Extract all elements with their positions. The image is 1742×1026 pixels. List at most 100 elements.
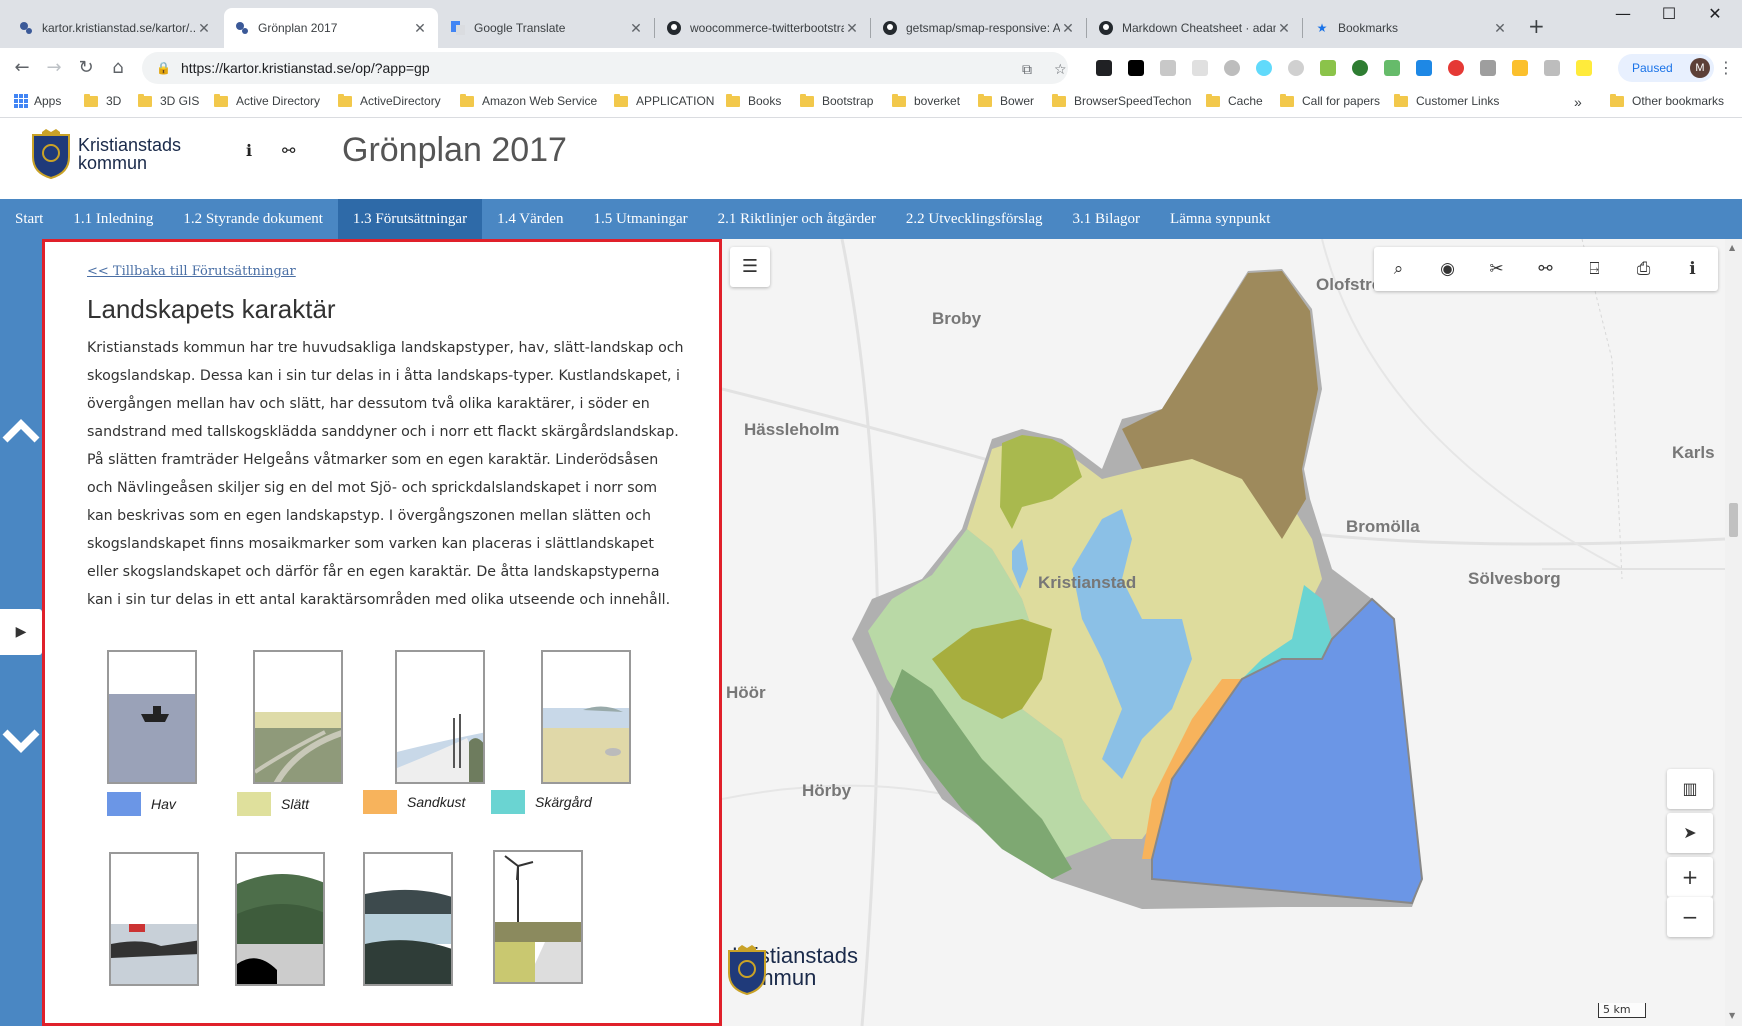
nav-item-utmaningar[interactable]: 1.5 Utmaningar: [578, 199, 702, 239]
close-icon[interactable]: ✕: [628, 20, 644, 37]
close-icon[interactable]: ✕: [1492, 20, 1508, 37]
star-icon: ★: [1316, 21, 1328, 35]
new-tab-button[interactable]: +: [1528, 14, 1545, 38]
scroll-down-chevron-icon[interactable]: [0, 725, 42, 765]
bookmark-folder[interactable]: Customer Links: [1394, 93, 1499, 108]
map-view[interactable]: Broby Olofström Hässleholm Bromölla Karl…: [722, 239, 1725, 1026]
map-locate-icon[interactable]: ➤: [1667, 813, 1713, 853]
map-menu-hamburger-icon[interactable]: ☰: [730, 247, 770, 287]
browser-toolbar: ← → ↻ ⌂ 🔒 https://kartor.kristianstad.se…: [0, 48, 1742, 88]
profile-button[interactable]: Paused M: [1618, 54, 1714, 82]
map-link-icon[interactable]: ⚯: [1521, 247, 1570, 291]
bookmark-folder[interactable]: 3D: [84, 93, 121, 108]
extension-icon[interactable]: [1480, 60, 1496, 76]
legend-item-skargard: Skärgård: [491, 790, 592, 814]
extension-icon[interactable]: [1384, 60, 1400, 76]
extension-icon[interactable]: [1576, 60, 1592, 76]
window-close-icon[interactable]: ✕: [1692, 4, 1738, 23]
bookmark-apps[interactable]: Apps: [14, 94, 61, 108]
tab-separator: [1302, 18, 1303, 38]
map-print-icon[interactable]: ⎙: [1619, 247, 1668, 291]
extension-icon[interactable]: [1416, 60, 1432, 76]
bookmark-folder[interactable]: Amazon Web Service: [460, 93, 597, 108]
web-page: Kristianstads kommun ℹ ⚯ Grönplan 2017 S…: [0, 119, 1742, 1026]
browser-tab-6[interactable]: Markdown Cheatsheet · adam-p ✕: [1088, 8, 1302, 48]
page-scrollbar[interactable]: ▲ ▼: [1725, 239, 1742, 1026]
bookmark-folder[interactable]: BrowserSpeedTechon: [1052, 93, 1191, 108]
scroll-up-arrow-icon[interactable]: ▲: [1729, 243, 1735, 252]
scrollbar-thumb[interactable]: [1729, 503, 1738, 537]
bookmark-folder[interactable]: Active Directory: [214, 93, 320, 108]
close-icon[interactable]: ✕: [844, 20, 860, 37]
panel-toggle-icon[interactable]: ▶: [0, 609, 42, 655]
zoom-in-icon[interactable]: +: [1667, 857, 1713, 897]
map-legend-icon[interactable]: ▥: [1667, 769, 1713, 809]
site-logo[interactable]: Kristianstads kommun: [30, 129, 181, 179]
bookmark-folder[interactable]: Bootstrap: [800, 93, 873, 108]
address-bar[interactable]: 🔒 https://kartor.kristianstad.se/op/?app…: [142, 52, 1068, 84]
bookmark-folder[interactable]: boverket: [892, 93, 960, 108]
browser-tab-2[interactable]: Grönplan 2017 ✕: [224, 8, 438, 48]
map-layers-icon[interactable]: ◉: [1423, 247, 1472, 291]
nav-item-varden[interactable]: 1.4 Värden: [482, 199, 578, 239]
maximize-icon[interactable]: ☐: [1646, 4, 1692, 23]
info-panel: << Tillbaka till Förutsättningar Landska…: [42, 239, 722, 1026]
bookmark-folder[interactable]: Cache: [1206, 93, 1263, 108]
extension-icon[interactable]: [1160, 60, 1176, 76]
browser-tab-4[interactable]: woocommerce-twitterbootstrap ✕: [656, 8, 870, 48]
translate-page-icon[interactable]: ⧉: [1022, 62, 1032, 78]
back-icon[interactable]: ←: [10, 56, 34, 80]
browser-tab-3[interactable]: Google Translate ✕: [440, 8, 654, 48]
bookmark-folder[interactable]: Call for papers: [1280, 93, 1380, 108]
bookmark-folder[interactable]: 3D GIS: [138, 93, 199, 108]
close-icon[interactable]: ✕: [1060, 20, 1076, 37]
extension-icon[interactable]: [1128, 60, 1144, 76]
bookmark-folder[interactable]: Books: [726, 93, 781, 108]
nav-item-styrande-dokument[interactable]: 1.2 Styrande dokument: [168, 199, 338, 239]
nav-item-start[interactable]: Start: [0, 199, 58, 239]
scroll-down-arrow-icon[interactable]: ▼: [1729, 1011, 1735, 1020]
reload-icon[interactable]: ↻: [74, 56, 98, 80]
browser-tab-7[interactable]: ★ Bookmarks ✕: [1304, 8, 1518, 48]
extension-icon[interactable]: [1320, 60, 1336, 76]
close-icon[interactable]: ✕: [1276, 20, 1292, 37]
close-icon[interactable]: ✕: [412, 20, 428, 37]
bookmarks-overflow[interactable]: »: [1574, 94, 1582, 110]
home-icon[interactable]: ⌂: [106, 56, 130, 80]
bookmark-folder[interactable]: ActiveDirectory: [338, 93, 441, 108]
bookmark-folder[interactable]: Bower: [978, 93, 1034, 108]
extension-icon[interactable]: [1448, 60, 1464, 76]
browser-tab-5[interactable]: getsmap/smap-responsive: A ✕: [872, 8, 1086, 48]
map-measure-icon[interactable]: ✂: [1472, 247, 1521, 291]
close-icon[interactable]: ✕: [196, 20, 212, 37]
nav-item-bilagor[interactable]: 3.1 Bilagor: [1058, 199, 1156, 239]
link-icon[interactable]: ⚯: [282, 141, 295, 160]
scroll-up-chevron-icon[interactable]: [0, 415, 42, 455]
map-search-icon[interactable]: ⌕: [1374, 247, 1423, 291]
map-info-icon[interactable]: ℹ: [1668, 247, 1717, 291]
nav-item-lamna-synpunkt[interactable]: Lämna synpunkt: [1155, 199, 1285, 239]
browser-tab-1[interactable]: kartor.kristianstad.se/kartor/.. ✕: [8, 8, 222, 48]
nav-item-riktlinjer[interactable]: 2.1 Riktlinjer och åtgärder: [703, 199, 891, 239]
back-link[interactable]: << Tillbaka till Förutsättningar: [87, 264, 296, 279]
info-icon[interactable]: ℹ: [246, 141, 252, 160]
zoom-out-icon[interactable]: −: [1667, 897, 1713, 937]
extension-icon[interactable]: [1288, 60, 1304, 76]
extension-icon[interactable]: [1224, 60, 1240, 76]
extension-icon[interactable]: [1512, 60, 1528, 76]
extension-icon[interactable]: [1096, 60, 1112, 76]
nav-item-utvecklingsforslag[interactable]: 2.2 Utvecklingsförslag: [891, 199, 1058, 239]
map-bookmark-icon[interactable]: ⍈: [1570, 247, 1619, 291]
minimize-icon[interactable]: —: [1600, 4, 1646, 23]
extension-icon[interactable]: [1192, 60, 1208, 76]
bookmark-star-icon[interactable]: ☆: [1054, 62, 1067, 78]
menu-kebab-icon[interactable]: ⋮: [1718, 58, 1734, 77]
extension-icon[interactable]: [1544, 60, 1560, 76]
bookmark-folder[interactable]: APPLICATION: [614, 93, 714, 108]
forward-icon[interactable]: →: [42, 56, 66, 80]
nav-item-forutsattningar[interactable]: 1.3 Förutsättningar: [337, 199, 483, 239]
extension-icon[interactable]: [1256, 60, 1272, 76]
extension-icon[interactable]: [1352, 60, 1368, 76]
bookmark-folder[interactable]: Other bookmarks: [1610, 93, 1724, 108]
nav-item-inledning[interactable]: 1.1 Inledning: [58, 199, 168, 239]
